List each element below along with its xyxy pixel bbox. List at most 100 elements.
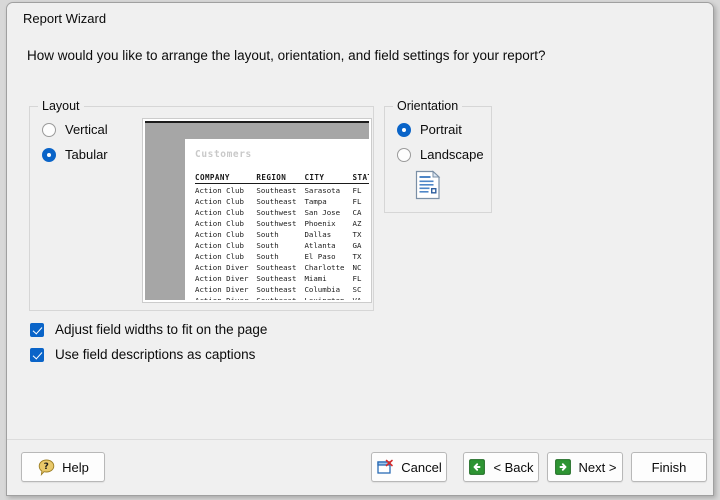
radio-orientation-portrait[interactable]: Portrait bbox=[397, 122, 462, 137]
preview-table-cell: Lexington bbox=[304, 295, 345, 301]
preview-table-cell: Dallas bbox=[304, 229, 332, 239]
preview-canvas: Customers COMPANY REGION CITY STATE A bbox=[145, 121, 369, 300]
checkbox-label-adjust-field-widths: Adjust field widths to fit on the page bbox=[55, 322, 268, 337]
radio-layout-vertical[interactable]: Vertical bbox=[42, 122, 108, 137]
preview-table-row: Action Diver Southeast Charlotte NC bbox=[195, 261, 369, 272]
checkbox-indicator-adjust-field-widths[interactable] bbox=[30, 322, 44, 337]
preview-table-cell: Action Club bbox=[195, 196, 244, 206]
cancel-button[interactable]: Cancel bbox=[371, 452, 447, 482]
help-button[interactable]: ? Help bbox=[21, 452, 105, 482]
preview-table-cell: GA bbox=[352, 240, 362, 250]
preview-table-cell: South bbox=[256, 240, 279, 250]
cancel-close-window-icon bbox=[376, 458, 394, 476]
preview-table-cell: VA bbox=[352, 295, 362, 301]
orientation-groupbox: Orientation Portrait Landscape bbox=[384, 99, 492, 213]
preview-table-cell: Action Club bbox=[195, 207, 244, 217]
preview-table-cell: NC bbox=[352, 262, 362, 272]
preview-table-row: Action Club South Atlanta GA bbox=[195, 239, 369, 250]
preview-table-row: Action Club Southeast Sarasota FL bbox=[195, 184, 369, 196]
preview-table-cell: Southeast bbox=[256, 185, 297, 195]
help-question-icon: ? bbox=[37, 458, 55, 476]
orientation-group-legend: Orientation bbox=[393, 99, 463, 113]
arrow-right-icon bbox=[554, 458, 572, 476]
radio-orientation-landscape[interactable]: Landscape bbox=[397, 147, 484, 162]
preview-table-row: Action Club Southwest Phoenix AZ bbox=[195, 217, 369, 228]
preview-table-cell: Southeast bbox=[256, 262, 297, 272]
radio-label-vertical: Vertical bbox=[65, 122, 108, 137]
radio-label-tabular: Tabular bbox=[65, 147, 108, 162]
radio-indicator-vertical[interactable] bbox=[42, 122, 56, 137]
preview-report-title: Customers bbox=[195, 149, 252, 160]
radio-indicator-tabular[interactable] bbox=[42, 147, 56, 162]
prompt-text: How would you like to arrange the layout… bbox=[27, 48, 546, 63]
preview-table-cell: Charlotte bbox=[304, 262, 345, 272]
preview-table-cell: SC bbox=[352, 284, 362, 294]
preview-table-cell: Phoenix bbox=[304, 218, 336, 228]
window-title: Report Wizard bbox=[23, 10, 107, 26]
document-portrait-icon bbox=[415, 170, 441, 200]
dialog-body: How would you like to arrange the layout… bbox=[7, 33, 713, 439]
back-button-label: < Back bbox=[493, 459, 534, 475]
preview-table-cell: Action Diver bbox=[195, 273, 249, 283]
preview-table-cell: CA bbox=[352, 207, 362, 217]
radio-indicator-portrait[interactable] bbox=[397, 122, 411, 137]
preview-data-table: COMPANY REGION CITY STATE Action Club Sou… bbox=[195, 173, 369, 300]
preview-table-cell: Southeast bbox=[256, 284, 297, 294]
preview-table-header-row: COMPANY REGION CITY STATE bbox=[195, 173, 369, 184]
preview-table-cell: Miami bbox=[304, 273, 327, 283]
preview-table-cell: TX bbox=[352, 229, 362, 239]
preview-table-cell: Southeast bbox=[256, 273, 297, 283]
preview-table-row: Action Club Southwest San Jose CA bbox=[195, 206, 369, 217]
radio-label-landscape: Landscape bbox=[420, 147, 484, 162]
radio-label-portrait: Portrait bbox=[420, 122, 462, 137]
preview-table-row: Action Club Southeast Tampa FL bbox=[195, 195, 369, 206]
preview-table-cell: Action Club bbox=[195, 240, 244, 250]
preview-table-cell: Southwest bbox=[256, 207, 297, 217]
preview-table-cell: FL bbox=[352, 273, 362, 283]
layout-group-legend: Layout bbox=[38, 99, 84, 113]
title-bar: Report Wizard bbox=[7, 3, 713, 33]
preview-table-row: Action Diver Southeast Lexington VA bbox=[195, 294, 369, 301]
finish-button[interactable]: Finish bbox=[631, 452, 707, 482]
next-button[interactable]: Next > bbox=[547, 452, 623, 482]
svg-text:?: ? bbox=[43, 462, 48, 472]
preview-table-cell: TX bbox=[352, 251, 362, 261]
dialog-footer: ? Help Cancel < Back Next > Finish bbox=[7, 439, 713, 495]
preview-table-cell: Action Club bbox=[195, 229, 244, 239]
preview-table-row: Action Diver Southeast Columbia SC bbox=[195, 283, 369, 294]
preview-table-cell: Atlanta bbox=[304, 240, 336, 250]
preview-col-company: COMPANY bbox=[195, 173, 257, 184]
next-button-label: Next > bbox=[578, 459, 617, 475]
preview-table-cell: FL bbox=[352, 196, 362, 206]
preview-table-cell: Action Club bbox=[195, 251, 244, 261]
preview-table-cell: Southeast bbox=[256, 196, 297, 206]
preview-col-state: STATE bbox=[352, 173, 369, 184]
layout-preview-pane: Customers COMPANY REGION CITY STATE A bbox=[142, 118, 372, 303]
checkbox-use-field-descriptions[interactable]: Use field descriptions as captions bbox=[30, 347, 255, 362]
preview-table-cell: Action Club bbox=[195, 185, 244, 195]
finish-button-label: Finish bbox=[651, 459, 687, 475]
preview-table-cell: San Jose bbox=[304, 207, 341, 217]
preview-table-cell: Action Diver bbox=[195, 295, 249, 301]
preview-table-cell: El Paso bbox=[304, 251, 336, 261]
preview-table-row: Action Club South El Paso TX bbox=[195, 250, 369, 261]
preview-table-cell: Action Club bbox=[195, 218, 244, 228]
checkbox-adjust-field-widths[interactable]: Adjust field widths to fit on the page bbox=[30, 322, 267, 337]
preview-table-row: Action Club South Dallas TX bbox=[195, 228, 369, 239]
checkbox-indicator-use-field-descriptions[interactable] bbox=[30, 347, 44, 362]
preview-table-cell: Action Diver bbox=[195, 262, 249, 272]
preview-table-cell: Action Diver bbox=[195, 284, 249, 294]
preview-table-cell: Southeast bbox=[256, 295, 297, 301]
preview-table-cell: Sarasota bbox=[304, 185, 341, 195]
preview-table-cell: Tampa bbox=[304, 196, 327, 206]
preview-table-cell: Southwest bbox=[256, 218, 297, 228]
arrow-left-icon bbox=[468, 458, 486, 476]
preview-col-region: REGION bbox=[256, 173, 305, 184]
preview-page-sheet: Customers COMPANY REGION CITY STATE A bbox=[185, 139, 369, 300]
preview-table-cell: Columbia bbox=[304, 284, 341, 294]
report-wizard-window: Report Wizard How would you like to arra… bbox=[6, 2, 714, 496]
back-button[interactable]: < Back bbox=[463, 452, 539, 482]
radio-indicator-landscape[interactable] bbox=[397, 147, 411, 162]
preview-table-body: Action Club Southeast Sarasota FL Action Clu… bbox=[195, 184, 369, 301]
radio-layout-tabular[interactable]: Tabular bbox=[42, 147, 108, 162]
